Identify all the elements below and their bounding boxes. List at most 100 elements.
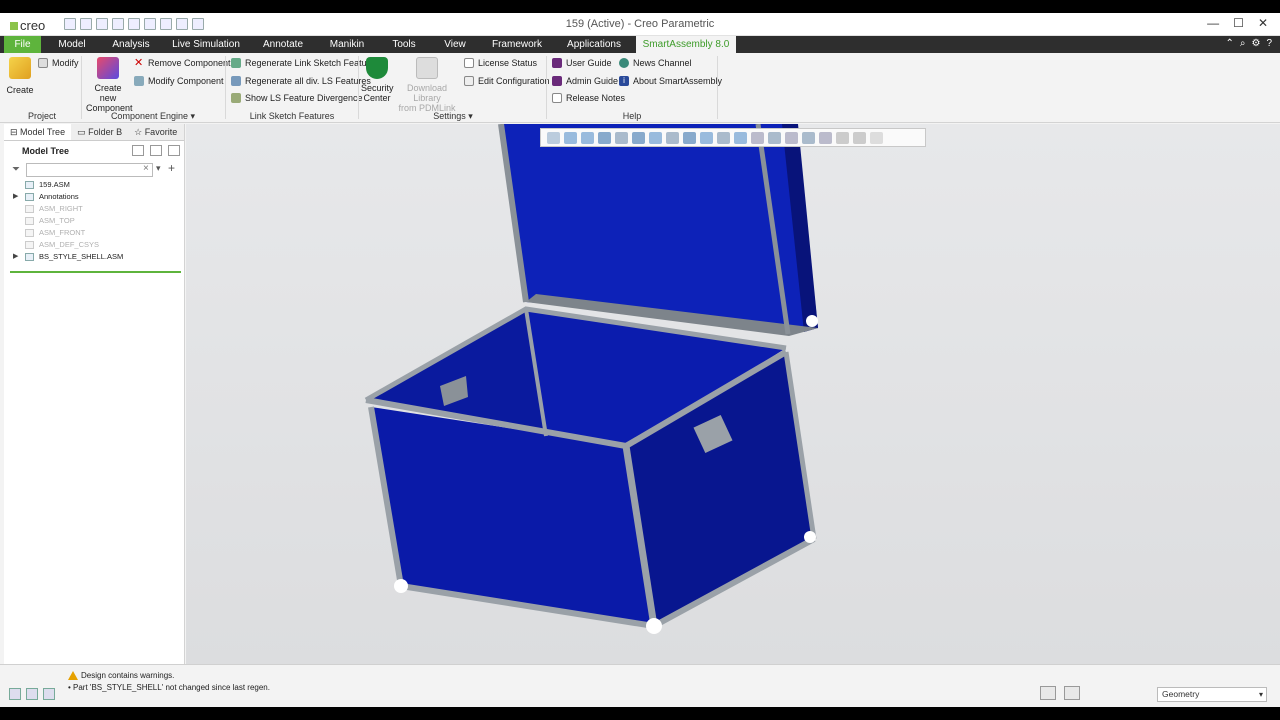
help-icon[interactable]: ?: [1266, 38, 1272, 49]
regenerate-status-icon[interactable]: [1064, 686, 1080, 700]
find-icon[interactable]: [1040, 686, 1056, 700]
point-display-icon[interactable]: [768, 131, 781, 144]
expand-arrow-icon[interactable]: ▶: [13, 191, 18, 203]
annotation-display-icon[interactable]: [717, 131, 730, 144]
redo-icon[interactable]: [128, 18, 140, 30]
selection-filter-select[interactable]: Geometry ▾: [1157, 687, 1267, 702]
perspective-icon[interactable]: [666, 131, 679, 144]
tree-node[interactable]: ASM_RIGHT: [4, 203, 184, 215]
create-new-component-button[interactable]: Create new Component: [86, 57, 133, 113]
pause-icon[interactable]: [853, 131, 866, 144]
search-icon[interactable]: ⌕: [1240, 38, 1246, 49]
tab-tools[interactable]: Tools: [386, 36, 422, 53]
tab-annotate[interactable]: Annotate: [258, 36, 308, 53]
3d-model-box[interactable]: [186, 124, 1280, 664]
close-window-icon[interactable]: [176, 18, 188, 30]
customize-icon[interactable]: [192, 18, 204, 30]
plane-display-icon[interactable]: [734, 131, 747, 144]
group-label-component-engine[interactable]: Component Engine ▾: [82, 111, 224, 122]
tab-framework[interactable]: Framework: [488, 36, 546, 53]
measure-icon[interactable]: [836, 131, 849, 144]
tab-favorites[interactable]: ☆ Favorite: [128, 124, 183, 140]
security-center-button[interactable]: Security Center: [361, 57, 394, 103]
release-notes-button[interactable]: Release Notes: [552, 93, 625, 103]
quick-access-toolbar: [64, 18, 204, 30]
windows-icon[interactable]: [160, 18, 172, 30]
group-label-settings[interactable]: Settings ▾: [360, 111, 546, 122]
settings-icon[interactable]: ⚙: [1251, 38, 1260, 49]
annotations-icon[interactable]: [819, 131, 832, 144]
tab-file[interactable]: File: [4, 36, 41, 53]
tree-columns-icon[interactable]: [150, 145, 162, 156]
news-channel-button[interactable]: News Channel: [619, 58, 692, 68]
zoom-out-icon[interactable]: [581, 131, 594, 144]
modify-project-button[interactable]: Modify: [38, 58, 79, 68]
remove-component-button[interactable]: ✕ Remove Component: [134, 58, 231, 69]
more-icon[interactable]: [870, 131, 883, 144]
minimize-button[interactable]: —: [1207, 16, 1219, 30]
datum-display-icon[interactable]: [700, 131, 713, 144]
funnel-icon[interactable]: ⏷: [12, 164, 20, 175]
full-screen-icon[interactable]: [43, 688, 55, 700]
display-style-icon[interactable]: [615, 131, 628, 144]
tree-search-input[interactable]: [26, 163, 153, 177]
user-guide-button[interactable]: User Guide: [552, 58, 612, 68]
admin-guide-button[interactable]: Admin Guide: [552, 76, 618, 86]
regenerate-all-ls-button[interactable]: Regenerate all div. LS Features: [231, 76, 371, 86]
book-icon: [552, 58, 562, 68]
open-file-icon[interactable]: [80, 18, 92, 30]
tab-model-tree[interactable]: ⊟ Model Tree: [4, 124, 72, 140]
tab-analysis[interactable]: Analysis: [108, 36, 154, 53]
expand-arrow-icon[interactable]: ▶: [13, 251, 18, 263]
tree-node[interactable]: 159.ASM: [4, 179, 184, 191]
tab-folder-browser[interactable]: ▭ Folder B: [71, 124, 128, 140]
tree-node[interactable]: ▶ Annotations: [4, 191, 184, 203]
navigator-panel: ⊟ Model Tree ▭ Folder B ☆ Favorite Model…: [4, 124, 185, 664]
about-smartassembly-button[interactable]: i About SmartAssembly: [619, 76, 722, 86]
create-project-button[interactable]: Create: [6, 57, 34, 95]
license-status-button[interactable]: License Status: [464, 58, 537, 68]
show-ls-divergence-button[interactable]: Show LS Feature Divergence: [231, 93, 363, 103]
undo-icon[interactable]: [112, 18, 124, 30]
saved-orientations-icon[interactable]: [632, 131, 645, 144]
clear-search-icon[interactable]: ×: [143, 163, 149, 174]
new-file-icon[interactable]: [64, 18, 76, 30]
tree-node[interactable]: ▶ BS_STYLE_SHELL.ASM: [4, 251, 184, 263]
section-icon[interactable]: [683, 131, 696, 144]
tree-settings-icon[interactable]: [132, 145, 144, 156]
regenerate-link-sketch-button[interactable]: Regenerate Link Sketch Feature: [231, 58, 375, 68]
tree-filters-icon[interactable]: [168, 145, 180, 156]
ribbon-tab-bar: File Model Analysis Live Simulation Anno…: [0, 36, 1280, 53]
tab-applications[interactable]: Applications: [562, 36, 626, 53]
tree-insert-indicator[interactable]: [10, 271, 181, 273]
show-browser-icon[interactable]: [26, 688, 38, 700]
chevron-down-icon[interactable]: ▾: [156, 163, 161, 174]
modify-component-button[interactable]: Modify Component: [134, 76, 224, 86]
tree-node[interactable]: ASM_FRONT: [4, 227, 184, 239]
graphics-viewport[interactable]: [186, 124, 1280, 664]
show-navigator-icon[interactable]: [9, 688, 21, 700]
regenerate-icon[interactable]: [144, 18, 156, 30]
refit-icon[interactable]: [547, 131, 560, 144]
close-button[interactable]: ✕: [1258, 16, 1268, 30]
view-manager-icon[interactable]: [649, 131, 662, 144]
zoom-in-icon[interactable]: [564, 131, 577, 144]
tab-manikin[interactable]: Manikin: [324, 36, 370, 53]
collapse-ribbon-icon[interactable]: ⌃: [1225, 38, 1233, 49]
maximize-button[interactable]: ☐: [1233, 16, 1244, 30]
tree-node[interactable]: ASM_DEF_CSYS: [4, 239, 184, 251]
axis-display-icon[interactable]: [751, 131, 764, 144]
download-library-button[interactable]: Download Library from PDMLink: [396, 57, 458, 113]
save-icon[interactable]: [96, 18, 108, 30]
spin-center-icon[interactable]: [802, 131, 815, 144]
tab-view[interactable]: View: [438, 36, 472, 53]
tab-live-simulation[interactable]: Live Simulation: [170, 36, 242, 53]
add-icon[interactable]: +: [168, 161, 175, 175]
csys-display-icon[interactable]: [785, 131, 798, 144]
tab-smartassembly[interactable]: SmartAssembly 8.0: [636, 36, 736, 53]
tab-model[interactable]: Model: [52, 36, 92, 53]
edit-configuration-button[interactable]: Edit Configuration: [464, 76, 550, 86]
repaint-icon[interactable]: [598, 131, 611, 144]
tree-node[interactable]: ASM_TOP: [4, 215, 184, 227]
chevron-down-icon: ▾: [190, 111, 196, 121]
